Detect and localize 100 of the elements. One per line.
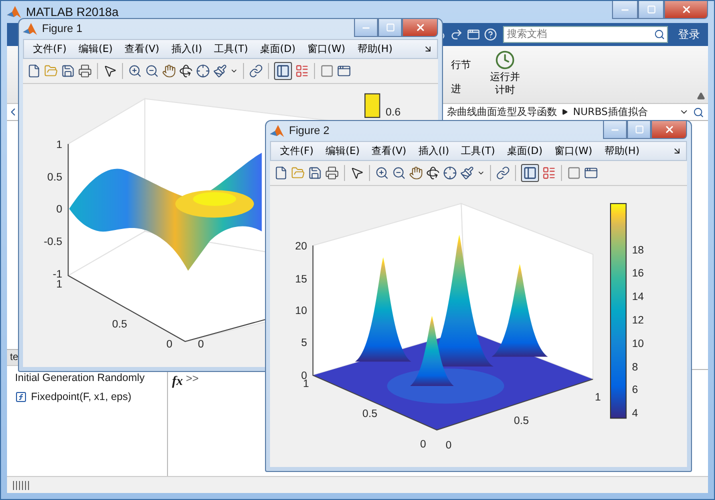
axis-tick-label: -0.5 [44, 236, 62, 248]
menu-item[interactable]: 工具(T) [456, 144, 500, 158]
zoom-in-icon[interactable] [128, 64, 142, 78]
new-file-icon[interactable] [274, 166, 288, 180]
axis-tick-label: 18 [632, 244, 644, 256]
axis-tick-label: 6 [632, 384, 638, 396]
close-icon[interactable] [664, 124, 674, 135]
axis-tick-label: 20 [295, 240, 308, 252]
crosshair-icon[interactable] [196, 64, 210, 78]
window-icon[interactable] [584, 166, 598, 180]
caret-icon[interactable] [477, 169, 485, 177]
axis-tick-label: 1 [594, 392, 601, 404]
window-icon[interactable] [337, 64, 351, 78]
minimize-button[interactable] [354, 19, 378, 37]
close-icon[interactable] [680, 4, 692, 15]
minimize-button[interactable] [603, 121, 627, 139]
axis-tick-label: 0.5 [112, 318, 128, 331]
print-icon[interactable] [325, 166, 339, 180]
brush-icon[interactable] [460, 166, 474, 180]
rotate-icon[interactable] [426, 166, 440, 180]
details-item[interactable]: Initial Generation Randomly [15, 372, 145, 384]
menu-item[interactable]: 工具(T) [209, 42, 254, 56]
hand-icon[interactable] [162, 64, 176, 78]
axis-tick-label: 10 [632, 338, 644, 350]
hand-icon[interactable] [409, 166, 423, 180]
rotate-icon[interactable] [179, 64, 193, 78]
axis-tick-label: 4 [632, 407, 638, 420]
path-segment[interactable]: NURBS插值拟合 [573, 105, 648, 119]
axis-tick-label: 0 [446, 439, 452, 452]
search-icon[interactable] [654, 29, 665, 40]
menu-item[interactable]: 编辑(E) [74, 42, 118, 56]
path-segment[interactable]: 杂曲线曲面造型及导函数 [447, 105, 557, 119]
collapse-icon[interactable] [697, 92, 705, 100]
zoom-out-icon[interactable] [145, 64, 159, 78]
help-icon[interactable] [484, 28, 497, 41]
search-field[interactable]: 搜索文档 [503, 26, 668, 43]
menu-item[interactable]: 查看(V) [366, 144, 412, 158]
matlab-logo-icon [270, 124, 284, 138]
details-item[interactable]: Fixedpoint(F, x1, eps) [31, 391, 132, 403]
minimize-button[interactable] [612, 1, 638, 19]
axis-tick-label: 5 [301, 337, 308, 350]
zoom-in-icon[interactable] [375, 166, 389, 180]
zoom-out-icon[interactable] [392, 166, 406, 180]
maximize-button[interactable] [378, 19, 402, 37]
menu-item[interactable]: 编辑(E) [320, 144, 365, 158]
ribbon-button[interactable]: 运行并计时 [485, 46, 525, 101]
login-button[interactable]: 登录 [674, 27, 704, 42]
menu-item[interactable]: 文件(F) [275, 144, 319, 158]
axis-tick-label: 15 [295, 274, 308, 286]
axis-tick-label: 0.5 [47, 171, 62, 184]
close-button[interactable] [402, 19, 438, 37]
axis-tick-label: 1 [56, 278, 62, 290]
new-file-icon[interactable] [27, 64, 41, 78]
save-icon[interactable] [61, 64, 75, 78]
axis-tick-label: 0 [56, 204, 62, 216]
caret-icon[interactable] [230, 67, 238, 75]
ribbon-button[interactable]: 进 [451, 82, 471, 96]
colorbar-toggle-button[interactable] [274, 62, 292, 80]
matlab-logo-icon [7, 6, 21, 18]
search-icon[interactable] [693, 106, 704, 118]
menu-item[interactable]: 帮助(H) [352, 42, 398, 56]
print-icon[interactable] [78, 64, 92, 78]
close-button[interactable] [664, 1, 708, 19]
menu-item[interactable]: 查看(V) [120, 42, 164, 56]
command-prompt: >> [186, 373, 199, 385]
axis-tick-label: 10 [295, 304, 308, 317]
menu-item[interactable]: 文件(F) [28, 42, 72, 56]
axis-tick-label: 14 [632, 291, 644, 304]
ribbon-button[interactable]: 行节 [451, 58, 471, 72]
function-browser-label[interactable]: fx [172, 373, 183, 389]
menu-item[interactable]: 插入(I) [413, 144, 454, 158]
window-title: MATLAB R2018a [26, 5, 118, 19]
dock-arrow-icon[interactable] [423, 44, 433, 54]
legend-icon[interactable] [295, 64, 309, 78]
save-icon[interactable] [308, 166, 322, 180]
link-icon[interactable] [496, 166, 510, 180]
square-icon[interactable] [567, 166, 581, 180]
axis-tick-label: 0 [166, 338, 172, 350]
close-icon[interactable] [414, 22, 426, 33]
square-icon[interactable] [320, 64, 334, 78]
menu-item[interactable]: 窗口(W) [550, 144, 598, 158]
colorbar [364, 93, 380, 118]
dock-arrow-icon[interactable] [672, 146, 682, 156]
crosshair-icon[interactable] [443, 166, 457, 180]
pointer-icon[interactable] [103, 64, 117, 78]
colorbar-toggle-button[interactable] [521, 164, 539, 182]
maximize-button[interactable] [638, 1, 664, 19]
redo-icon[interactable] [450, 28, 463, 41]
menu-item[interactable]: 桌面(D) [255, 42, 301, 56]
menu-item[interactable]: 帮助(H) [599, 144, 645, 158]
menu-item[interactable]: 桌面(D) [502, 144, 548, 158]
close-button[interactable] [651, 121, 687, 139]
legend-icon[interactable] [542, 166, 556, 180]
menu-item[interactable]: 窗口(W) [302, 42, 350, 56]
menu-item[interactable]: 插入(I) [166, 42, 208, 56]
pointer-icon[interactable] [350, 166, 364, 180]
clock-icon[interactable] [495, 50, 515, 70]
brush-icon[interactable] [213, 64, 227, 78]
maximize-button[interactable] [627, 121, 651, 139]
link-icon[interactable] [249, 64, 263, 78]
